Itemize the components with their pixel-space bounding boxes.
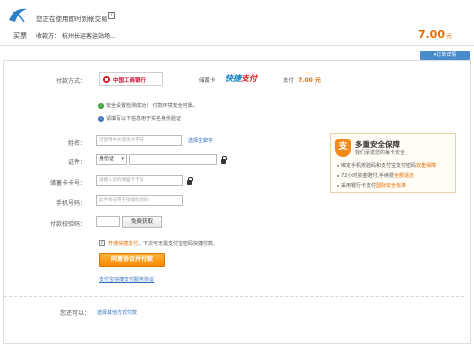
guarantee-subtitle: 我们承诺您的每卡安全 [355, 150, 406, 156]
help-icon[interactable]: ? [108, 12, 115, 19]
guarantee-item2-highlight: 全额退还 [393, 173, 414, 179]
guarantee-item: 绑定手机校验码和支付宝支付密码双重保障 [337, 162, 436, 169]
security-check-text: 安全设置检测成功！ 付款环境安全可靠。 [106, 103, 198, 109]
alipay-logo [9, 8, 27, 23]
card-type: 储蓄卡 [199, 78, 216, 84]
check-icon: ✓ [98, 102, 104, 109]
protocol-link[interactable]: 支付宝快捷支付服务协议 [99, 276, 154, 283]
order-amount: 7.00元 [418, 28, 452, 41]
id-type-value: 身份证 [99, 156, 115, 162]
chevron-down-icon: ▾ [121, 156, 124, 162]
name-input[interactable]: 可使用中文或英文字符 [96, 135, 182, 146]
welcome-text: 您正在使用即时到帐交易 [36, 15, 108, 23]
guarantee-item1-highlight: 双重保障 [416, 163, 437, 169]
amount-value: 7.00 [417, 28, 445, 41]
guarantee-item: 采用银行卡支付国际安全标准 [337, 182, 406, 189]
agree-and-pay-button[interactable]: 同意协议并付款 [99, 253, 165, 267]
card-number-input[interactable]: 请输入您的储蓄卡卡号 [96, 175, 183, 186]
verify-code-input[interactable] [96, 216, 120, 227]
payment-method-label: 付款方式： [55, 78, 86, 85]
divider [4, 296, 464, 297]
quick-logo-part2: 支付 [241, 74, 257, 83]
quick-pay-logo: 快捷支付 [225, 73, 261, 84]
guarantee-item3-text: 采用银行卡支付 [341, 183, 377, 189]
quick-logo-part1: 快捷 [225, 74, 241, 83]
agree-checkbox[interactable]: ✓ [99, 240, 105, 246]
security-check-row: ✓ 安全设置检测成功！ 付款环境安全可靠。 [98, 102, 198, 109]
bank-name: 中国工商银行 [113, 78, 147, 84]
top-bar: 您正在使用即时到帐交易 ? 买票 收款方： 杭州长运客运站场... 7.00元 [0, 0, 474, 46]
guarantee-item3-highlight: 国际安全标准 [376, 183, 407, 189]
seller-name: 杭州长运客运站场... [62, 33, 116, 40]
id-type-select[interactable]: 身份证 ▾ [96, 154, 127, 165]
phone-input[interactable]: 此手机号用于接收校验码 [96, 195, 183, 206]
seller-label: 收款方： [36, 33, 61, 40]
id-number-input[interactable] [129, 154, 217, 165]
bullet-icon [337, 184, 339, 187]
get-code-button[interactable]: 免费获取 [122, 216, 162, 228]
verify-code-label: 付款校验码： [49, 221, 86, 228]
agree-highlight: 开通快捷支付 [108, 241, 139, 247]
amount-unit: 元 [445, 33, 452, 40]
bank-logo[interactable]: 中国工商银行 [99, 72, 163, 86]
other-payment-link[interactable]: 选择其他方式付款 [97, 309, 137, 316]
icbc-icon [103, 76, 110, 83]
agree-text: 开通快捷支付，下次可无需支付宝密码快捷付款。 [108, 240, 218, 247]
order-detail-button[interactable]: ▾订单详情 [420, 51, 470, 60]
shield-icon: 支 [335, 139, 351, 157]
order-title: 买票 [13, 32, 27, 40]
id-label: 证件： [67, 159, 86, 166]
info-icon: i [98, 115, 104, 122]
agree-rest: ，下次可无需支付宝密码快捷付款。 [138, 241, 219, 247]
identity-hint-text: 请填写以下信息用于实名身份验证 [106, 116, 182, 122]
pay-label: 支付 [283, 78, 295, 84]
phone-label: 手机号码： [55, 200, 86, 207]
rare-char-link[interactable]: 选择生僻字 [188, 137, 213, 144]
guarantee-item2-text: 72小时资金赔付,手续费 [341, 173, 394, 179]
guarantee-item: 72小时资金赔付,手续费全额退还 [337, 172, 414, 179]
other-options-label: 您还可以： [60, 310, 91, 317]
pay-amount: 7.00 元 [298, 77, 321, 84]
bullet-icon [337, 174, 339, 177]
identity-hint-row: i 请填写以下信息用于实名身份验证 [98, 115, 181, 122]
name-label: 姓名： [67, 140, 86, 147]
lock-icon [187, 177, 193, 185]
lock-icon [221, 156, 227, 164]
guarantee-item1-text: 绑定手机校验码和支付宝支付密码 [341, 163, 417, 169]
bullet-icon [337, 164, 339, 167]
security-guarantee-box: 支 多重安全保障 我们承诺您的每卡安全 绑定手机校验码和支付宝支付密码双重保障 … [330, 133, 456, 193]
card-number-label: 储蓄卡卡号： [49, 180, 86, 187]
